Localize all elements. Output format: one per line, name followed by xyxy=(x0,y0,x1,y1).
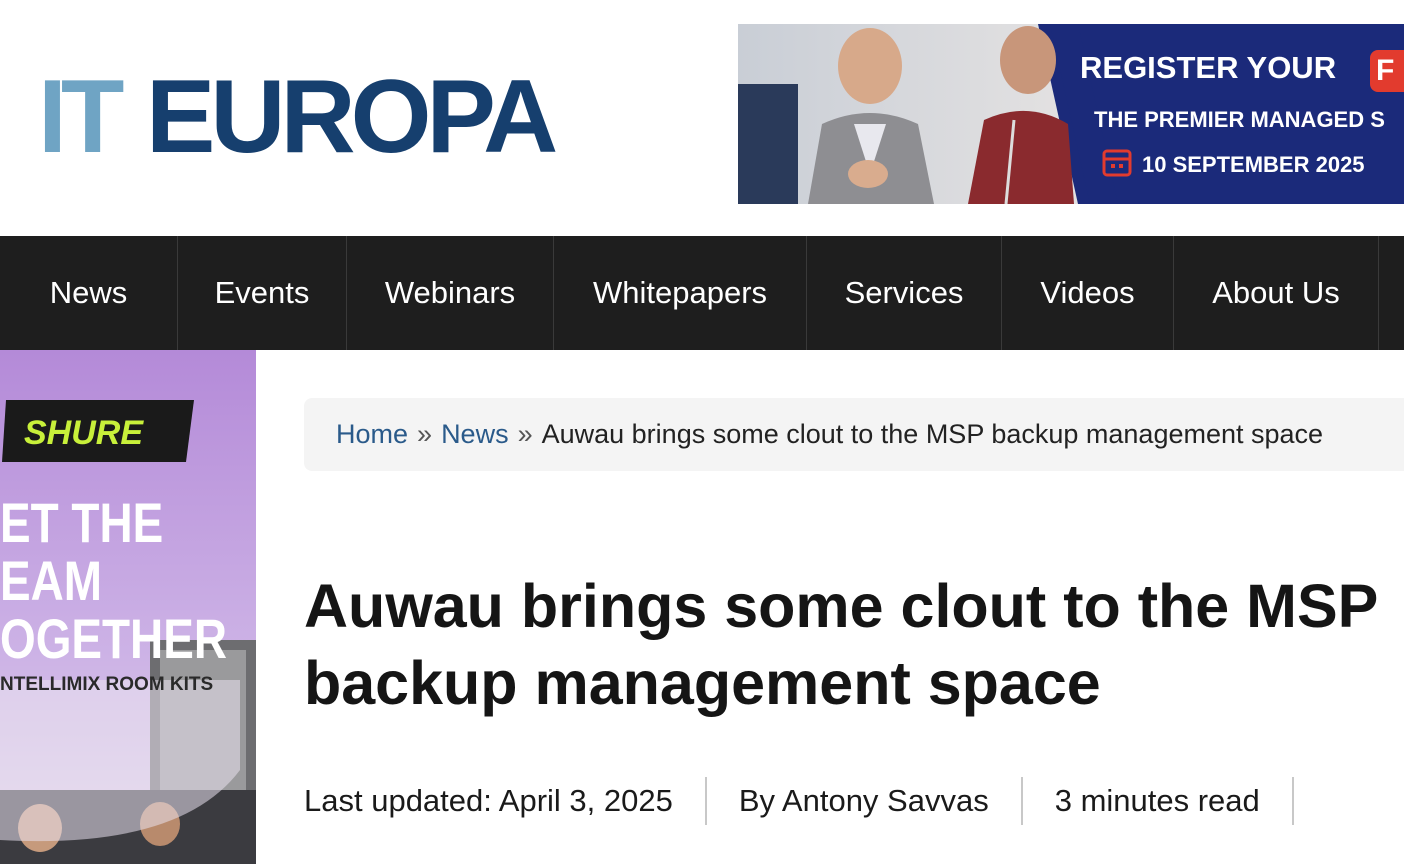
sidebar-ad-line2: EAM xyxy=(0,550,102,612)
banner-line1-tag: F xyxy=(1376,54,1394,87)
top-banner-ad[interactable]: REGISTER YOUR F THE PREMIER MANAGED S 10… xyxy=(738,24,1404,204)
site-logo[interactable]: IT EUROPA xyxy=(38,70,558,156)
author-byline[interactable]: By Antony Savvas xyxy=(707,783,1021,819)
banner-line1: REGISTER YOUR xyxy=(1080,50,1336,85)
sidebar-ad-line4: NTELLIMIX ROOM KITS xyxy=(0,674,213,695)
banner-line3: 10 SEPTEMBER 2025 xyxy=(1142,152,1365,177)
nav-item-webinars[interactable]: Webinars xyxy=(347,236,554,350)
read-time: 3 minutes read xyxy=(1054,783,1260,818)
breadcrumb-separator: » xyxy=(517,419,533,449)
nav-item-about-us[interactable]: About Us xyxy=(1174,236,1379,350)
sidebar-ad-line1: ET THE xyxy=(0,492,163,554)
article-title: Auwau brings some clout to the MSP backu… xyxy=(304,572,1378,717)
article-meta: Last updated: April 3, 2025 By Antony Sa… xyxy=(304,770,1294,832)
nav-item-videos[interactable]: Videos xyxy=(1002,236,1174,350)
banner-line2: THE PREMIER MANAGED S xyxy=(1094,107,1385,132)
meta-divider xyxy=(1291,777,1294,825)
breadcrumb: Home » News » Auwau brings some clout to… xyxy=(304,398,1404,471)
sidebar-ad-brand: SHURE xyxy=(24,414,144,452)
breadcrumb-current: Auwau brings some clout to the MSP backu… xyxy=(541,419,1324,449)
nav-item-events[interactable]: Events xyxy=(178,236,347,350)
sidebar-ad[interactable]: SHURE ET THE EAM OGETHER NTELLIMIX ROOM … xyxy=(0,350,256,864)
nav-item-services[interactable]: Services xyxy=(807,236,1002,350)
nav-item-whitepapers[interactable]: Whitepapers xyxy=(554,236,807,350)
logo-text-europa: EUROPA xyxy=(146,70,556,156)
logo-text-it: IT xyxy=(38,70,124,156)
breadcrumb-home-link[interactable]: Home xyxy=(336,419,408,450)
main-nav: News Events Webinars Whitepapers Service… xyxy=(0,236,1404,350)
breadcrumb-separator: » xyxy=(417,419,433,449)
last-updated: Last updated: April 3, 2025 xyxy=(304,783,673,818)
sidebar-ad-line3: OGETHER xyxy=(0,608,227,670)
nav-item-news[interactable]: News xyxy=(0,236,178,350)
breadcrumb-news-link[interactable]: News xyxy=(441,419,509,450)
